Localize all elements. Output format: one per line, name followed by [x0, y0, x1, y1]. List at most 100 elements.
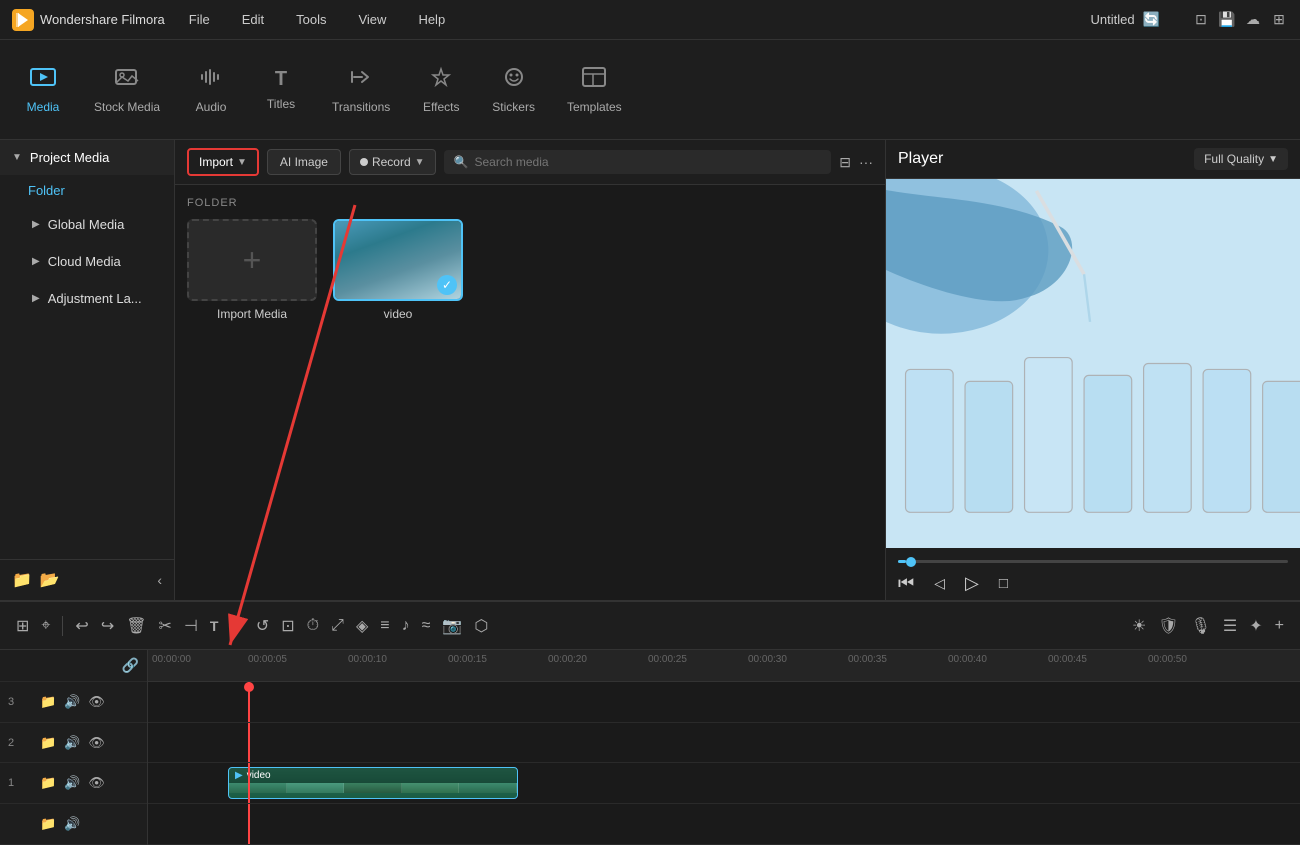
record-button[interactable]: Record ▼	[349, 149, 436, 175]
timeline-speed-icon[interactable]: ≈	[418, 613, 435, 639]
progress-bar[interactable]	[898, 560, 1288, 563]
track-2-audio[interactable]: 🔊	[64, 735, 80, 751]
global-media-chevron: ▶	[32, 219, 40, 230]
timeline-select-icon[interactable]: ⌖	[37, 613, 54, 639]
timeline-undo-icon[interactable]: ↩	[71, 612, 92, 640]
sidebar-folder-item[interactable]: Folder	[0, 175, 174, 206]
toolbar-stickers[interactable]: Stickers	[476, 58, 551, 122]
track-bottom-audio[interactable]: 🔊	[64, 816, 80, 832]
project-media-header[interactable]: ▼ Project Media	[0, 140, 174, 175]
track-1-folder[interactable]: 📁	[40, 775, 56, 791]
video-media-item[interactable]: ✓ video	[333, 219, 463, 321]
video-clip[interactable]: ▶ video	[228, 767, 518, 799]
timeline-cut-icon[interactable]: ✂	[155, 612, 176, 640]
track-header-2: 2 📁 🔊 👁	[0, 723, 147, 764]
toolbar-templates[interactable]: Templates	[551, 58, 638, 122]
import-plus-icon: +	[243, 242, 262, 279]
window-save-icon[interactable]: 💾	[1218, 11, 1236, 29]
media-items-list: + Import Media ✓ video	[187, 219, 873, 321]
ruler-mark-6: 00:00:30	[748, 654, 787, 665]
timeline-add-icon[interactable]: +	[1271, 613, 1288, 639]
timeline-rotate-icon[interactable]: ↻	[226, 612, 247, 640]
import-button-label: Import	[199, 155, 233, 169]
timeline-list-icon[interactable]: ☰	[1219, 612, 1241, 640]
timeline-expand-icon[interactable]: ⤢	[327, 613, 348, 639]
app-name-label: Wondershare Filmora	[40, 12, 165, 27]
toolbar-effects[interactable]: Effects	[406, 58, 476, 122]
filter-icon[interactable]: ⊟	[839, 154, 851, 171]
timeline-crop-icon[interactable]: ⊡	[277, 612, 298, 640]
timeline-star-icon[interactable]: ✦	[1245, 612, 1266, 640]
toolbar-transitions[interactable]: Transitions	[316, 58, 406, 122]
menu-edit[interactable]: Edit	[234, 8, 272, 31]
timeline-eq-icon[interactable]: ≡	[376, 613, 393, 639]
timeline-delete-icon[interactable]: 🗑	[122, 612, 150, 640]
timeline-body: 🔗 3 📁 🔊 👁 2 📁 🔊 👁 1 📁 🔊 👁	[0, 650, 1300, 845]
toolbar-media[interactable]: Media	[8, 58, 78, 122]
frame-back-button[interactable]: ◁	[934, 575, 945, 592]
ruler-mark-7: 00:00:35	[848, 654, 887, 665]
timeline-grid-icon[interactable]: ⊞	[12, 612, 33, 640]
menu-help[interactable]: Help	[410, 8, 453, 31]
video-media-thumb: ✓	[333, 219, 463, 301]
adjustment-chevron: ▶	[32, 293, 40, 304]
track-1-audio[interactable]: 🔊	[64, 775, 80, 791]
new-folder-icon[interactable]: 📁	[12, 570, 32, 590]
more-options-icon[interactable]: ···	[859, 154, 873, 170]
ai-image-button[interactable]: AI Image	[267, 149, 341, 175]
toolbar-stock-media[interactable]: Stock Media	[78, 58, 176, 122]
toolbar-audio[interactable]: Audio	[176, 58, 246, 122]
ruler-mark-10: 00:00:50	[1148, 654, 1187, 665]
timeline-sun-icon[interactable]: ☀	[1128, 612, 1150, 640]
timeline-timer-icon[interactable]: ⏱	[303, 613, 323, 639]
timeline-undo2-icon[interactable]: ↺	[252, 612, 273, 640]
track-lane-1[interactable]: ▶ video	[148, 763, 1300, 804]
track-3-eye[interactable]: 👁	[88, 694, 105, 710]
search-input[interactable]	[475, 155, 822, 169]
window-controls: ⊡ 💾 ☁ ⊞	[1192, 11, 1288, 29]
window-monitor-icon[interactable]: ⊡	[1192, 11, 1210, 29]
track-2-folder[interactable]: 📁	[40, 735, 56, 751]
project-title: Untitled	[1090, 12, 1134, 27]
timeline-camera-icon[interactable]: 📷	[438, 612, 466, 640]
timeline-mask-icon[interactable]: ◈	[352, 612, 372, 640]
clip-name-label: video	[247, 770, 271, 781]
import-media-thumb: +	[187, 219, 317, 301]
import-folder-icon[interactable]: 📂	[40, 570, 60, 590]
track-3-folder[interactable]: 📁	[40, 694, 56, 710]
timeline-audio-icon[interactable]: ♪	[398, 613, 414, 639]
search-icon: 🔍	[454, 155, 469, 169]
stop-button[interactable]: □	[999, 575, 1008, 592]
menu-file[interactable]: File	[181, 8, 218, 31]
menu-tools[interactable]: Tools	[288, 8, 334, 31]
window-grid-icon[interactable]: ⊞	[1270, 11, 1288, 29]
sidebar-item-cloud-media[interactable]: ▶ Cloud Media	[4, 244, 170, 279]
window-cloud-icon[interactable]: ☁	[1244, 11, 1262, 29]
timeline-ruler: 00:00:00 00:00:05 00:00:10 00:00:15 00:0…	[148, 650, 1300, 682]
menu-view[interactable]: View	[350, 8, 394, 31]
track-1-eye[interactable]: 👁	[88, 775, 105, 791]
timeline-text-icon[interactable]: T	[206, 614, 223, 638]
step-back-button[interactable]: ⏮	[898, 573, 914, 594]
sidebar-item-adjustment[interactable]: ▶ Adjustment La...	[4, 281, 170, 316]
timeline-mic-icon[interactable]: 🎙	[1187, 612, 1215, 640]
toolbar-titles[interactable]: T Titles	[246, 60, 316, 119]
track-3-audio[interactable]: 🔊	[64, 694, 80, 710]
link-icon[interactable]: 🔗	[122, 657, 139, 674]
timeline-trim-icon[interactable]: ⊣	[180, 612, 202, 640]
quality-selector[interactable]: Full Quality ▼	[1194, 148, 1288, 170]
track-bottom-folder[interactable]: 📁	[40, 816, 56, 832]
toolbar-templates-label: Templates	[567, 100, 622, 114]
sidebar-collapse-icon[interactable]: ‹	[157, 572, 162, 588]
import-media-item[interactable]: + Import Media	[187, 219, 317, 321]
toolbar-audio-label: Audio	[196, 100, 227, 114]
timeline-shield-icon[interactable]: 🛡	[1154, 612, 1182, 640]
sidebar-item-global-media[interactable]: ▶ Global Media	[4, 207, 170, 242]
media-grid: FOLDER + Import Media ✓ video	[175, 185, 885, 600]
track-2-eye[interactable]: 👁	[88, 735, 105, 751]
timeline-redo-icon[interactable]: ↪	[97, 612, 118, 640]
play-button[interactable]: ▷	[965, 573, 979, 594]
track-lane-2	[148, 723, 1300, 764]
import-button[interactable]: Import ▼	[187, 148, 259, 176]
timeline-transition-icon[interactable]: ⬡	[470, 612, 492, 640]
